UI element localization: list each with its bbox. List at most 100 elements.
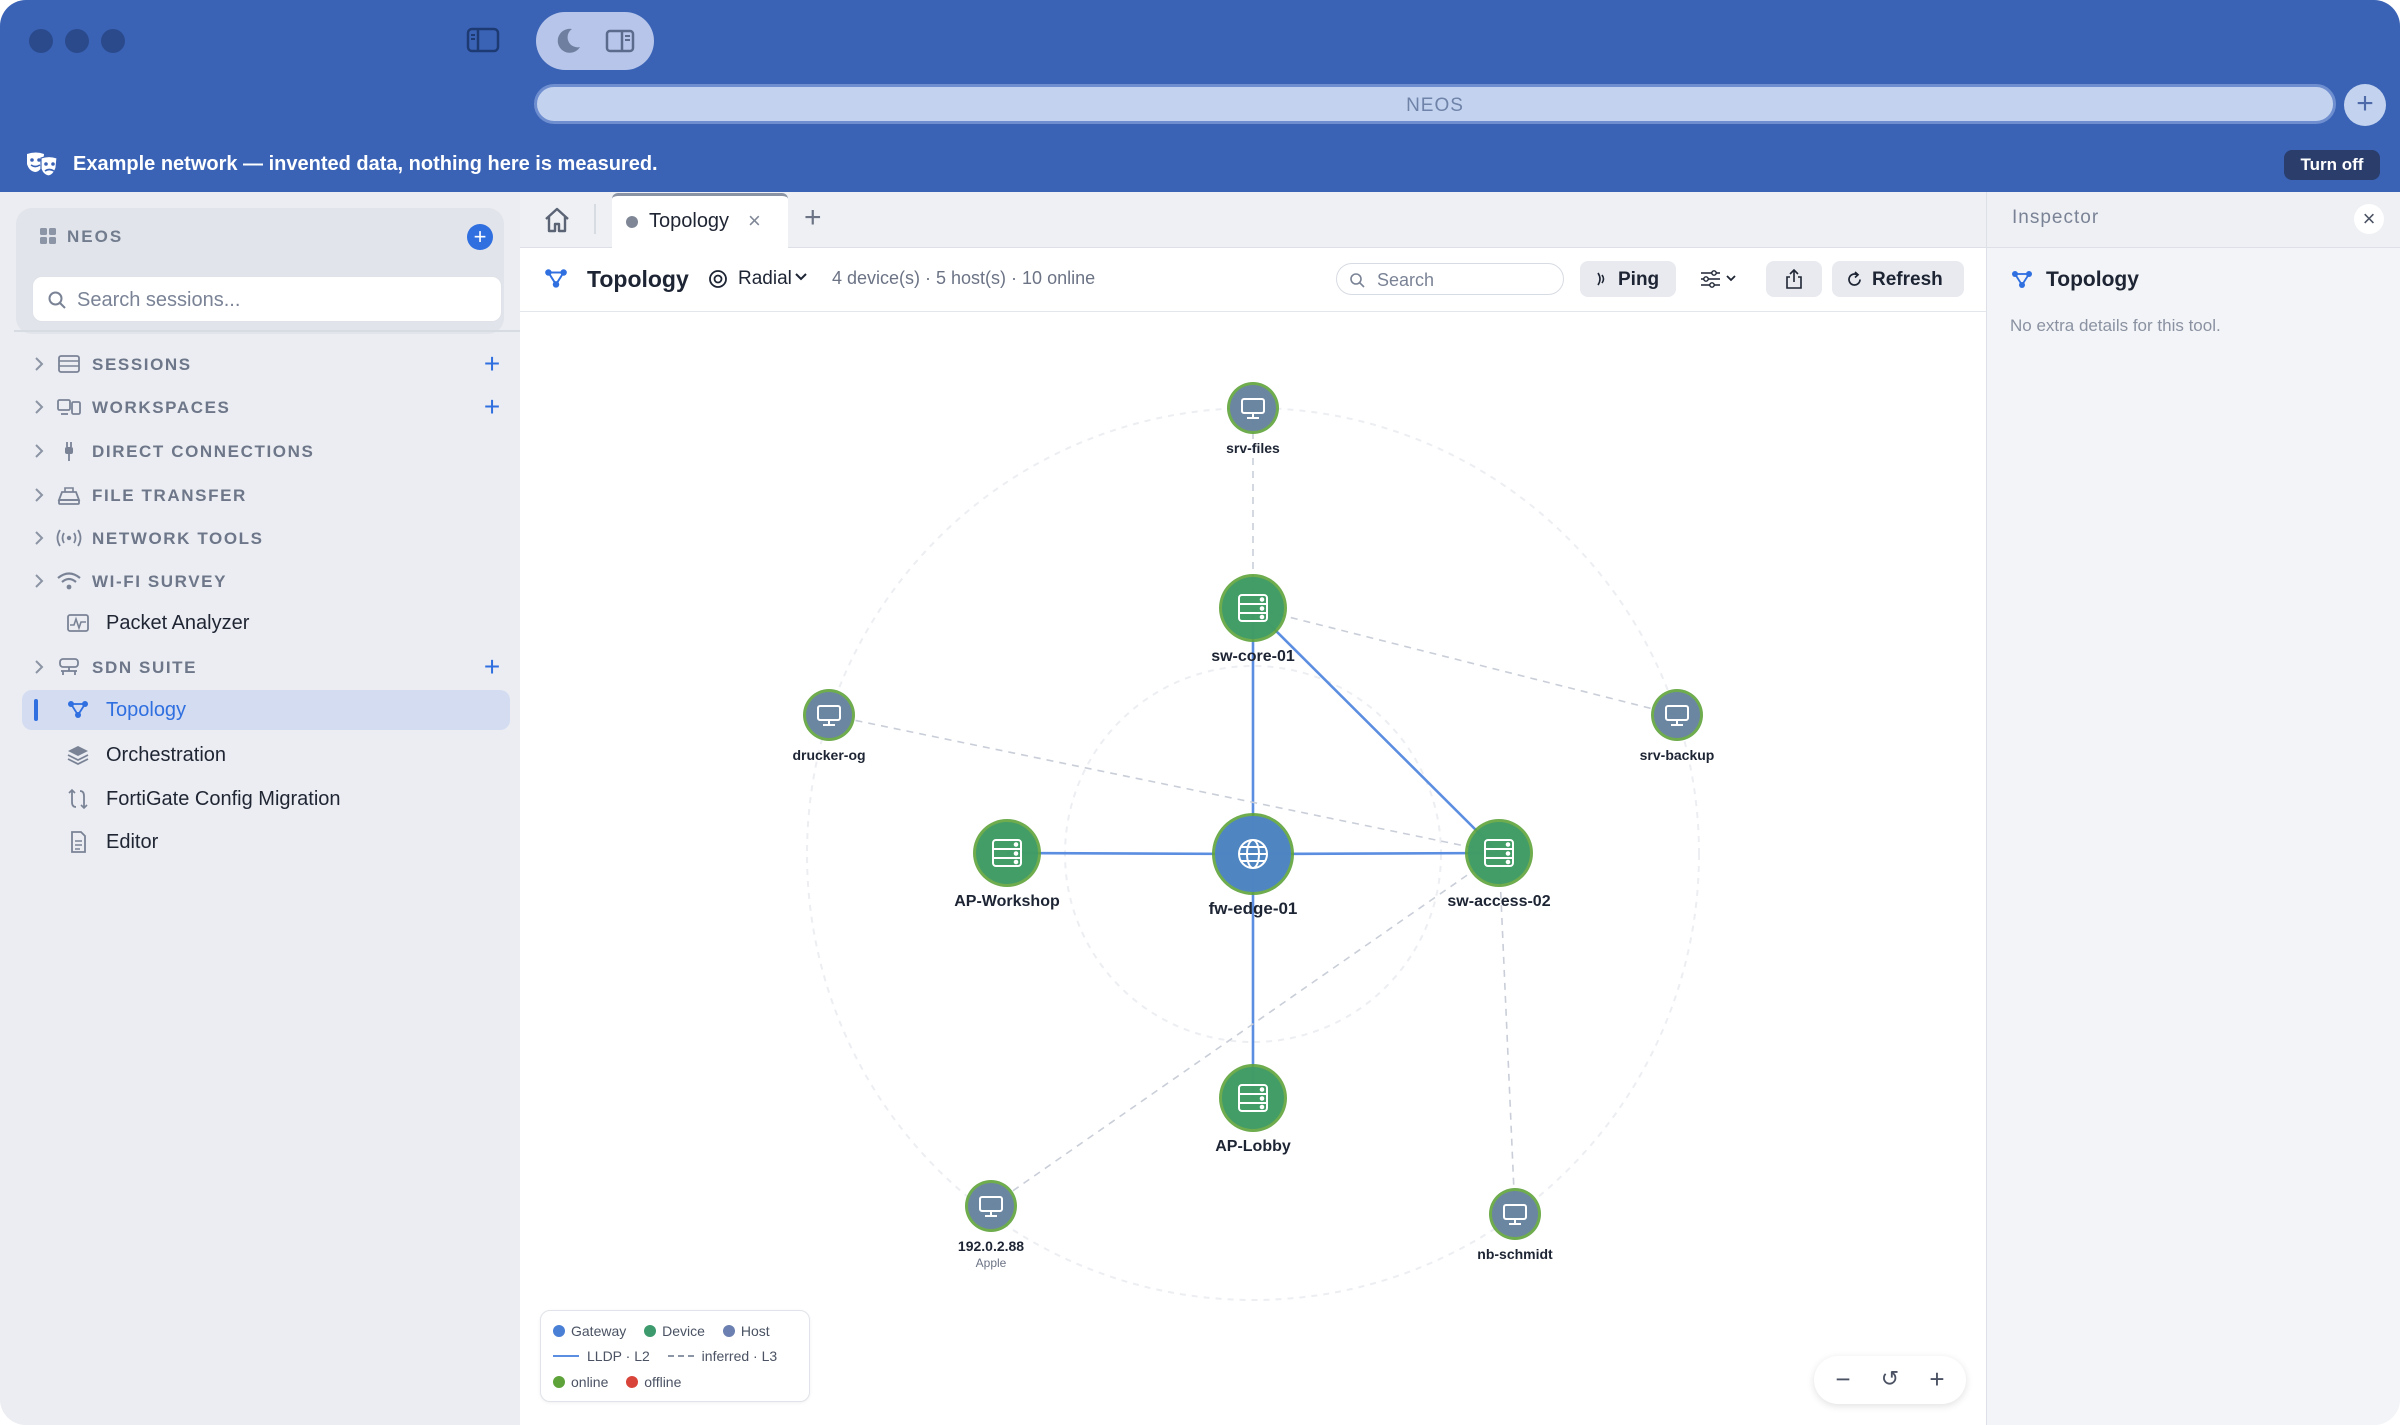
address-bar[interactable]: NEOS: [534, 84, 2336, 124]
moon-icon[interactable]: [552, 25, 584, 57]
refresh-button[interactable]: Refresh: [1832, 261, 1964, 297]
node-body: [1222, 577, 1284, 639]
legend-host: Host: [722, 1323, 770, 1339]
wifi-icon: [57, 572, 81, 590]
node-body: [1222, 1067, 1284, 1129]
tab-topology[interactable]: Topology ×: [612, 193, 788, 248]
topology-canvas[interactable]: fw-edge-01 sw-core-01 AP-Workshop sw-access…: [520, 312, 1986, 1425]
zoom-out-button[interactable]: −: [1828, 1364, 1858, 1395]
chevron-right-icon: [35, 400, 44, 414]
add-session-button[interactable]: +: [480, 348, 504, 380]
sidebar-section-file-transfer[interactable]: FILE TRANSFER: [0, 475, 520, 515]
legend-online: online: [553, 1374, 608, 1390]
chevron-right-icon: [35, 531, 44, 545]
node-drucker-og[interactable]: drucker-og: [792, 689, 866, 763]
sidebar-item-topology[interactable]: Topology: [22, 690, 510, 730]
ping-label: Ping: [1618, 269, 1660, 290]
layout-label: Radial: [738, 268, 792, 289]
ping-button[interactable]: Ping: [1580, 261, 1676, 297]
close-inspector-button[interactable]: ×: [2354, 204, 2384, 234]
node-body: [968, 1183, 1014, 1229]
filter-dropdown[interactable]: [1692, 261, 1748, 297]
node-srv-files[interactable]: srv-files: [1226, 382, 1280, 456]
chevron-right-icon: [35, 488, 44, 502]
node-label: nb-schmidt: [1477, 1246, 1553, 1262]
sdn-icon: [59, 658, 79, 675]
link-lldp[interactable]: [1252, 607, 1500, 854]
sidebar-section-direct-connections[interactable]: DIRECT CONNECTIONS: [0, 431, 520, 471]
sidebar-section-sessions[interactable]: SESSIONS +: [0, 344, 520, 384]
sidebar-section-network-tools[interactable]: NETWORK TOOLS: [0, 518, 520, 558]
new-tab-button[interactable]: +: [804, 201, 822, 235]
layers-icon: [67, 746, 89, 766]
node-label: AP-Lobby: [1215, 1138, 1291, 1155]
grid-icon: [40, 228, 56, 244]
close-tab-icon[interactable]: ×: [748, 208, 761, 234]
split-view-icon[interactable]: [604, 25, 636, 57]
refresh-icon: [1848, 271, 1861, 286]
migration-icon: [68, 788, 88, 810]
window-minimize-button[interactable]: [65, 29, 89, 53]
node-AP-Workshop[interactable]: AP-Workshop: [954, 819, 1060, 910]
share-icon: [1786, 269, 1802, 289]
tab-status-dot: [626, 216, 638, 228]
window-close-button[interactable]: [29, 29, 53, 53]
sliders-icon: [1701, 270, 1736, 288]
node-sw-access-02[interactable]: sw-access-02: [1447, 819, 1551, 910]
link-inferred[interactable]: [828, 714, 1500, 854]
broadcast-icon: [56, 529, 82, 547]
refresh-label: Refresh: [1872, 269, 1943, 290]
topology-graph[interactable]: fw-edge-01 sw-core-01 AP-Workshop sw-access…: [520, 312, 1986, 1425]
sidebar-section-label: SDN SUITE: [92, 658, 198, 677]
sidebar-item-packet-analyzer[interactable]: Packet Analyzer: [22, 603, 510, 643]
theme-toggle[interactable]: [536, 12, 654, 70]
topology-search-input[interactable]: Search: [1336, 263, 1564, 295]
link-inferred[interactable]: [1252, 607, 1678, 716]
sidebar-item-label: Orchestration: [106, 744, 227, 766]
sidebar-section-label: WI-FI SURVEY: [92, 572, 228, 591]
tab-separator: [594, 204, 596, 234]
node-body: [806, 692, 852, 738]
session-search-input[interactable]: Search sessions...: [32, 276, 502, 322]
node-label: srv-backup: [1640, 747, 1715, 763]
legend: Gateway Device Host LLDP · L2 inferred ·…: [540, 1310, 810, 1402]
sidebar-item-orchestration[interactable]: Orchestration: [22, 735, 510, 775]
sidebar-section-workspaces[interactable]: WORKSPACES +: [0, 387, 520, 427]
ping-icon: [1597, 272, 1605, 286]
sidebar-item-label: FortiGate Config Migration: [106, 788, 341, 810]
node-label: sw-core-01: [1211, 648, 1295, 665]
topology-icon: [68, 701, 88, 718]
inspector-title: Inspector: [2012, 207, 2100, 228]
node-body: [1492, 1191, 1538, 1237]
zoom-in-button[interactable]: +: [1922, 1364, 1952, 1395]
add-sdn-button[interactable]: +: [480, 651, 504, 683]
window-zoom-button[interactable]: [101, 29, 125, 53]
node-srv-backup[interactable]: srv-backup: [1640, 689, 1715, 763]
radial-icon: [709, 270, 727, 288]
sidebar-section-wifi-survey[interactable]: WI-FI SURVEY: [0, 561, 520, 601]
legend-device: Device: [644, 1323, 705, 1339]
sidebar-section-label: SESSIONS: [92, 355, 192, 374]
document-icon: [71, 831, 86, 853]
export-button[interactable]: [1766, 261, 1822, 297]
node-body: [1468, 822, 1530, 884]
node-fw-edge-01[interactable]: fw-edge-01: [1209, 813, 1298, 918]
node-AP-Lobby[interactable]: AP-Lobby: [1215, 1064, 1291, 1155]
node-nb-schmidt[interactable]: nb-schmidt: [1477, 1188, 1553, 1262]
sidebar-item-fortigate-migration[interactable]: FortiGate Config Migration: [22, 779, 510, 819]
sidebar-item-editor[interactable]: Editor: [22, 822, 510, 862]
node-label: 192.0.2.88: [958, 1238, 1024, 1254]
new-window-button[interactable]: +: [2344, 84, 2386, 126]
add-workspace-button[interactable]: +: [480, 391, 504, 423]
sidebar-toggle-icon[interactable]: [466, 26, 500, 54]
turn-off-button[interactable]: Turn off: [2284, 150, 2380, 180]
node-192.0.2.88[interactable]: 192.0.2.88 Apple: [958, 1180, 1024, 1270]
chevron-right-icon: [35, 444, 44, 458]
legend-kinds: Gateway Device Host: [553, 1323, 784, 1339]
home-icon[interactable]: [542, 206, 572, 234]
sidebar-section-sdn-suite[interactable]: SDN SUITE +: [0, 647, 520, 687]
node-sw-core-01[interactable]: sw-core-01: [1211, 574, 1295, 665]
masks-icon: [27, 152, 58, 177]
zoom-reset-button[interactable]: ↺: [1875, 1366, 1905, 1392]
new-session-button[interactable]: +: [467, 224, 493, 250]
